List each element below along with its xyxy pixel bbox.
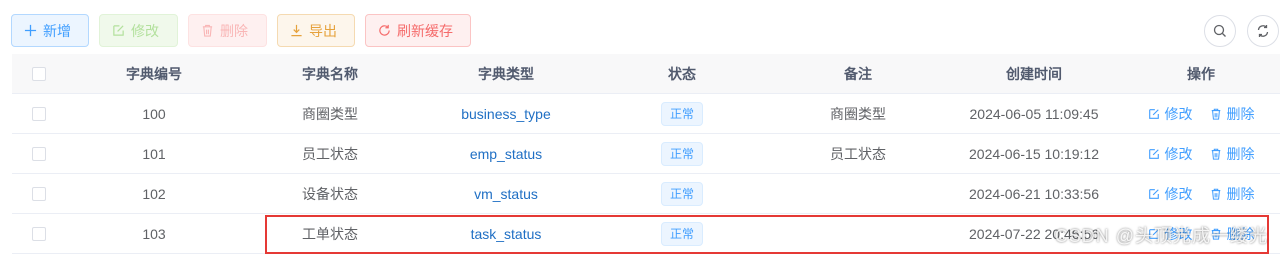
export-label: 导出 [309,22,337,39]
row-checkbox[interactable] [32,187,46,201]
header-type: 字典类型 [478,66,534,82]
refresh-cache-label: 刷新缓存 [397,22,453,39]
row-edit-label: 修改 [1164,186,1193,202]
refresh-cache-button[interactable]: 刷新缓存 [365,14,471,47]
cell-remark [770,174,946,214]
cell-created: 2024-06-21 10:33:56 [969,186,1099,202]
row-edit-button[interactable]: 修改 [1148,144,1193,164]
dict-type-link[interactable]: business_type [418,94,594,134]
row-edit-button[interactable]: 修改 [1148,104,1193,124]
refresh-icon [379,24,390,36]
add-label: 新增 [43,22,71,39]
edit-icon [1148,149,1159,159]
edit-icon [1148,109,1159,119]
plus-icon [24,24,37,37]
cell-code: 102 [142,186,166,202]
cell-code: 103 [142,226,166,242]
edit-icon [1148,189,1159,199]
trash-icon [1211,108,1220,120]
cell-remark: 员工状态 [830,146,886,162]
select-all-checkbox[interactable] [32,67,46,81]
table-row: 100 商圈类型 business_type 正常 商圈类型 2024-06-0… [12,94,1280,134]
search-icon [1213,24,1226,37]
row-edit-button[interactable]: 修改 [1148,184,1193,204]
cell-name: 商圈类型 [302,106,358,122]
header-name: 字典名称 [302,66,358,82]
delete-button[interactable]: 删除 [188,14,267,47]
cell-remark: 商圈类型 [830,106,886,122]
table-row: 102 设备状态 vm_status 正常 2024-06-21 10:33:5… [12,174,1280,214]
download-icon [291,24,302,37]
edit-icon [113,25,124,36]
row-checkbox[interactable] [32,107,46,121]
row-checkbox[interactable] [32,147,46,161]
row-edit-label: 修改 [1164,146,1193,162]
row-delete-button[interactable]: 删除 [1210,104,1255,124]
header-created: 创建时间 [1006,66,1062,82]
header-ops: 操作 [1187,66,1215,82]
export-button[interactable]: 导出 [277,14,355,47]
row-delete-label: 删除 [1226,106,1255,122]
trash-icon [1211,188,1220,200]
cell-code: 100 [142,106,166,122]
cell-code: 101 [142,146,166,162]
refresh-table-button[interactable] [1247,15,1279,47]
row-edit-label: 修改 [1164,106,1193,122]
trash-icon [202,24,213,37]
row-checkbox[interactable] [32,227,46,241]
trash-icon [1211,148,1220,160]
cell-name: 设备状态 [302,186,358,202]
cell-created: 2024-06-15 10:19:12 [969,146,1099,162]
header-status: 状态 [668,66,696,82]
cell-created: 2024-06-05 11:09:45 [969,106,1099,122]
dict-type-link[interactable]: vm_status [418,174,594,214]
row-delete-button[interactable]: 删除 [1210,184,1255,204]
cell-name: 员工状态 [302,146,358,162]
table-row: 101 员工状态 emp_status 正常 员工状态 2024-06-15 1… [12,134,1280,174]
row-delete-label: 删除 [1226,186,1255,202]
header-code: 字典编号 [126,66,182,82]
header-remark: 备注 [844,66,872,82]
toolbar: 新增 修改 删除 导出 刷新缓存 [11,14,471,47]
row-delete-label: 删除 [1226,146,1255,162]
watermark: CSDN @头顶光成一缕光 [1054,226,1268,246]
status-badge: 正常 [660,102,703,126]
status-badge: 正常 [660,182,703,206]
edit-button[interactable]: 修改 [99,14,178,47]
delete-label: 删除 [220,22,248,39]
search-toggle-button[interactable] [1204,15,1236,47]
status-badge: 正常 [660,142,703,166]
table-header: 字典编号 字典名称 字典类型 状态 备注 创建时间 操作 [12,54,1280,94]
dict-type-link[interactable]: emp_status [418,134,594,174]
edit-label: 修改 [131,22,159,39]
sync-icon [1257,25,1269,37]
row-delete-button[interactable]: 删除 [1210,144,1255,164]
add-button[interactable]: 新增 [11,14,89,47]
